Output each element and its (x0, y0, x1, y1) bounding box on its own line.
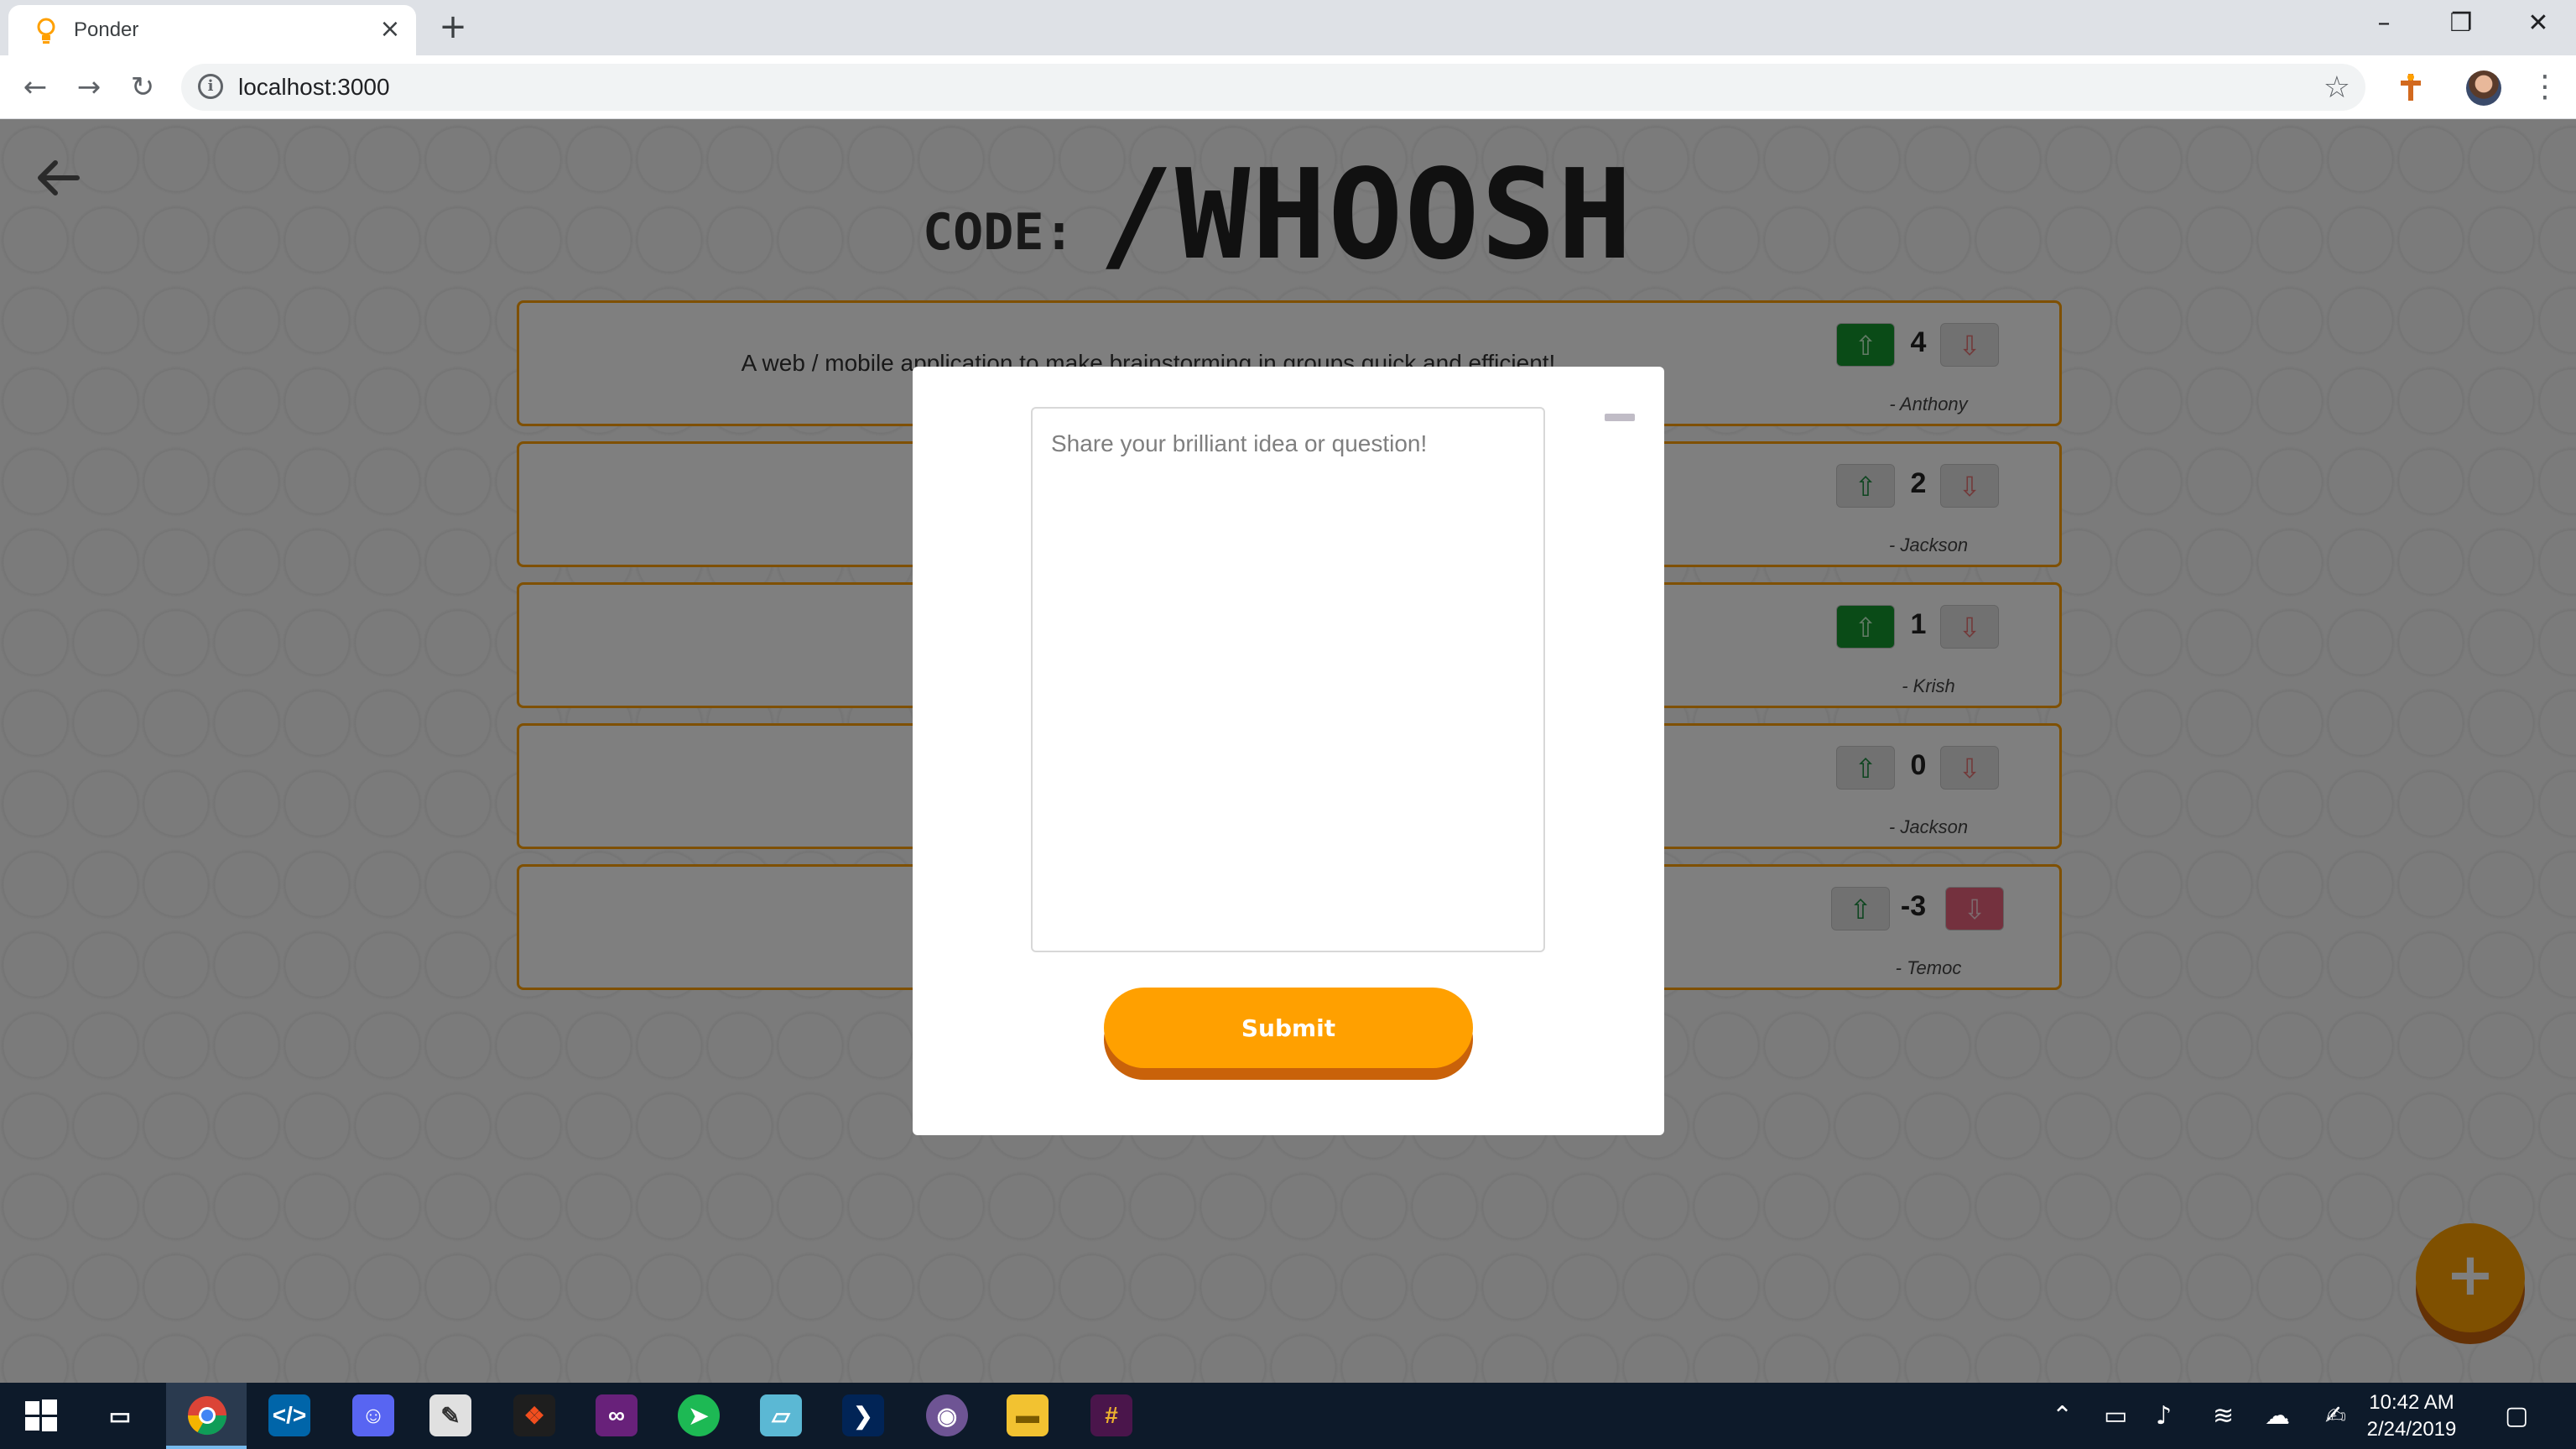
tray-overflow-icon[interactable]: ⌃ (2052, 1401, 2073, 1431)
profile-avatar[interactable] (2466, 70, 2501, 106)
restore-window-icon[interactable]: ❐ (2436, 7, 2486, 40)
taskbar: ▭ </> ☺ ✎ ❖ ∞ ➤ ▱ ❯ ◉ ▬ # ⌃ ▭ ♪ ≋ ☁ ✍ 10… (0, 1383, 2576, 1449)
browser-menu-icon[interactable]: ⋮ (2530, 69, 2560, 106)
task-view-icon[interactable]: ▭ (99, 1394, 141, 1436)
minimize-window-icon[interactable]: – (2359, 7, 2409, 40)
taskbar-clock[interactable]: 10:42 AM 2/24/2019 (2365, 1389, 2458, 1443)
tab-strip: Ponder × + – ❐ ✕ (0, 0, 2576, 55)
browser-tab[interactable]: Ponder × (8, 5, 416, 55)
close-window-icon[interactable]: ✕ (2513, 7, 2563, 40)
vscode-icon[interactable]: </> (268, 1394, 310, 1436)
powershell-icon[interactable]: ❯ (842, 1394, 884, 1436)
forward-nav-icon[interactable]: → (70, 69, 107, 106)
notifications-icon[interactable]: ▢ (2505, 1401, 2528, 1431)
idea-input[interactable] (1031, 407, 1545, 952)
reload-icon[interactable]: ↻ (124, 69, 161, 106)
address-url[interactable]: localhost:3000 (238, 74, 390, 101)
new-tab-icon[interactable]: + (436, 10, 470, 45)
info-icon[interactable]: i (198, 74, 223, 99)
file-explorer-icon[interactable]: ▬ (1007, 1394, 1049, 1436)
notepad-icon[interactable]: ▱ (760, 1394, 802, 1436)
github-icon[interactable]: ◉ (926, 1394, 968, 1436)
figma-icon[interactable]: ❖ (513, 1394, 555, 1436)
tab-title: Ponder (74, 18, 139, 41)
new-idea-modal: Submit (913, 367, 1664, 1135)
discord-icon[interactable]: ☺ (352, 1394, 394, 1436)
minimize-icon[interactable] (1605, 414, 1635, 421)
battery-icon[interactable]: ▭ (2104, 1401, 2127, 1431)
pen-icon[interactable]: ✍ (2325, 1401, 2346, 1431)
visual-studio-icon[interactable]: ∞ (596, 1394, 637, 1436)
extension-icon[interactable] (2394, 70, 2428, 104)
cloud-icon[interactable]: ☁ (2265, 1401, 2290, 1431)
clock-date: 2/24/2019 (2366, 1418, 2457, 1441)
tab-close-icon[interactable]: × (377, 17, 403, 42)
windows-start-icon[interactable] (25, 1399, 57, 1431)
chrome-icon[interactable] (186, 1394, 228, 1436)
volume-icon[interactable]: ♪ (2156, 1401, 2172, 1431)
slack-icon[interactable]: # (1090, 1394, 1132, 1436)
bookmark-star-icon[interactable]: ☆ (2324, 70, 2350, 105)
browser-toolbar: ← → ↻ i localhost:3000 ☆ ⋮ (0, 55, 2576, 119)
lightbulb-icon (37, 18, 55, 44)
paint-icon[interactable]: ✎ (429, 1394, 471, 1436)
address-bar[interactable]: i localhost:3000 ☆ (181, 64, 2365, 111)
back-nav-icon[interactable]: ← (17, 69, 54, 106)
submit-button[interactable]: Submit (1104, 988, 1473, 1068)
telegram-icon[interactable]: ➤ (678, 1394, 720, 1436)
wifi-icon[interactable]: ≋ (2213, 1401, 2234, 1431)
clock-time: 10:42 AM (2369, 1391, 2454, 1414)
